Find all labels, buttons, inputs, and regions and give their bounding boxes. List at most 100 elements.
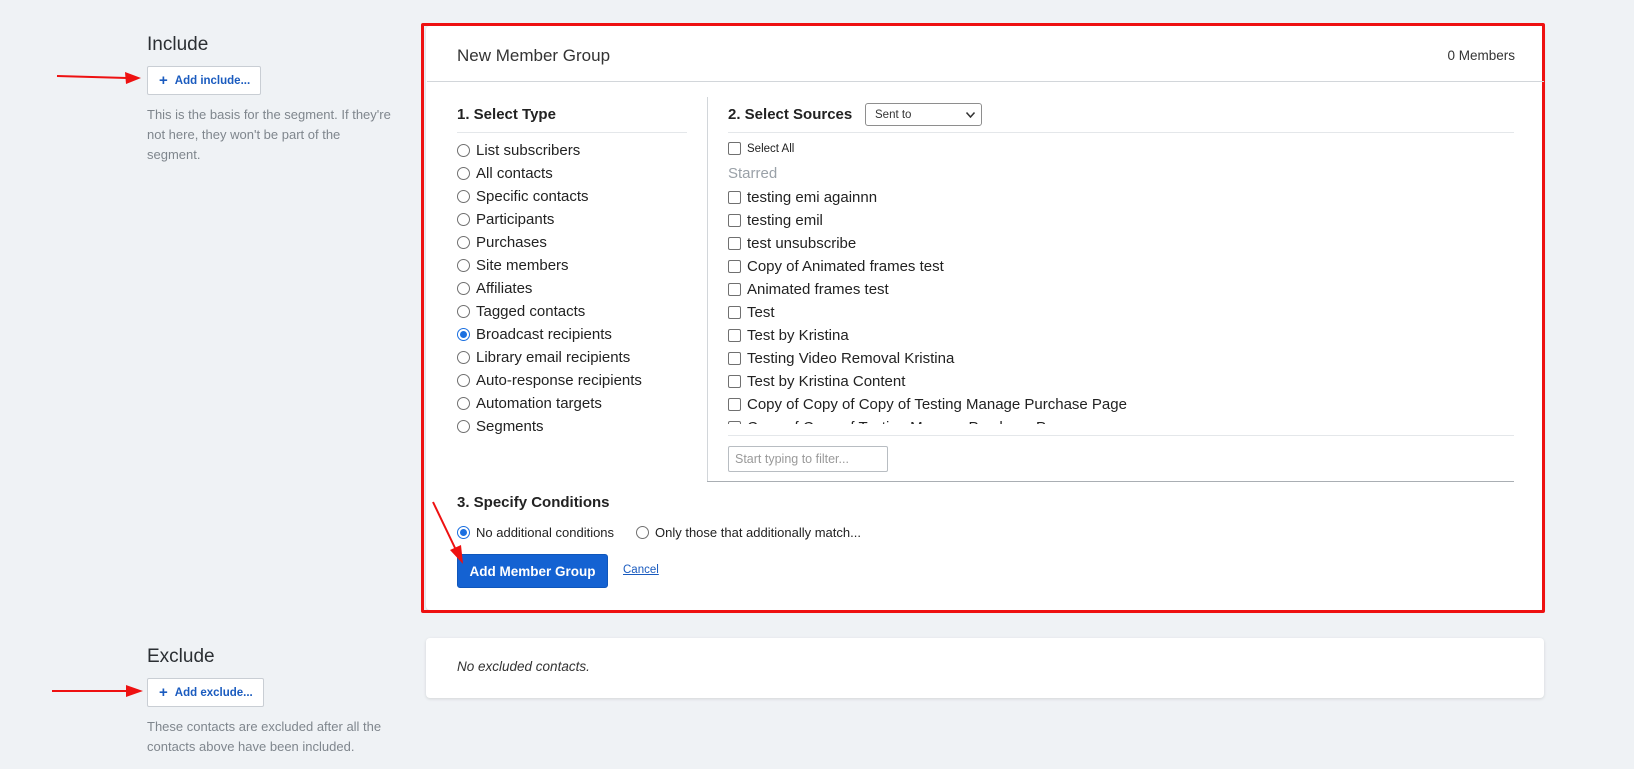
cancel-link[interactable]: Cancel (623, 564, 659, 576)
condition-none-label: No additional conditions (476, 525, 615, 540)
type-option[interactable]: Purchases (457, 231, 687, 254)
type-option-label: Automation targets (476, 395, 602, 412)
no-excluded-text: No excluded contacts. (457, 659, 590, 674)
checkbox-box[interactable] (728, 352, 741, 365)
source-item[interactable]: Test by Kristina (728, 324, 1514, 347)
source-item[interactable]: Testing Video Removal Kristina (728, 347, 1514, 370)
condition-match-label: Only those that additionally match... (655, 525, 861, 540)
source-item[interactable]: test unsubscribe (728, 232, 1514, 255)
sources-filter-input[interactable] (728, 446, 888, 472)
source-label: test unsubscribe (747, 235, 857, 252)
exclude-card: No excluded contacts. (426, 638, 1544, 698)
checkbox-box[interactable] (728, 329, 741, 342)
type-option[interactable]: Automation targets (457, 392, 687, 415)
conditions-divider (707, 481, 1514, 482)
type-option[interactable]: Participants (457, 208, 687, 231)
condition-option-none[interactable]: No additional conditions (457, 521, 614, 544)
checkbox-box[interactable] (728, 214, 741, 227)
include-description: This is the basis for the segment. If th… (147, 105, 412, 165)
source-item[interactable]: testing emil (728, 209, 1514, 232)
exclude-description-line: These contacts are excluded after all th… (147, 719, 382, 734)
include-description-line: not here, they won't be part of the (147, 127, 341, 142)
checkbox-box[interactable] (728, 283, 741, 296)
source-label: Test by Kristina Content (747, 373, 906, 390)
source-item[interactable]: Test by Kristina Content (728, 370, 1514, 393)
add-exclude-label: Add exclude... (174, 686, 253, 699)
checkbox-box[interactable] (728, 237, 741, 250)
source-label: Test by Kristina (747, 327, 849, 344)
type-option[interactable]: All contacts (457, 162, 687, 185)
checkbox-box[interactable] (728, 398, 741, 411)
radio-button[interactable] (457, 213, 470, 226)
radio-button[interactable] (457, 420, 470, 433)
radio-button[interactable] (457, 351, 470, 364)
sources-list[interactable]: testing emi againnn testing emil test unsu… (728, 186, 1514, 424)
radio-button[interactable] (636, 526, 649, 539)
type-option[interactable]: Tagged contacts (457, 300, 687, 323)
include-description-line: segment. (147, 147, 201, 162)
type-radio-list: List subscribers All contacts Specific con… (457, 139, 687, 438)
type-option[interactable]: Site members (457, 254, 687, 277)
plus-icon: + (159, 684, 168, 701)
radio-button[interactable] (457, 282, 470, 295)
source-item[interactable]: Copy of Animated frames test (728, 255, 1514, 278)
checkbox-box[interactable] (728, 306, 741, 319)
source-label: testing emil (747, 212, 823, 229)
sources-mode-select[interactable]: Sent to (865, 103, 982, 126)
header-divider (427, 81, 1544, 82)
source-item[interactable]: Animated frames test (728, 278, 1514, 301)
type-option-label: Participants (476, 211, 555, 228)
radio-button[interactable] (457, 236, 470, 249)
checkbox-box[interactable] (728, 191, 741, 204)
type-option-label: Tagged contacts (476, 303, 586, 320)
source-item[interactable]: testing emi againnn (728, 186, 1514, 209)
checkbox-box[interactable] (728, 142, 741, 155)
specify-conditions-title: 3. Specify Conditions (457, 494, 610, 511)
condition-option-match[interactable]: Only those that additionally match... (636, 521, 861, 544)
type-option[interactable]: Segments (457, 415, 687, 438)
select-sources-underline (728, 132, 1514, 133)
checkbox-box[interactable] (728, 421, 741, 424)
exclude-description-line: contacts above have been included. (147, 739, 355, 754)
add-exclude-button[interactable]: + Add exclude... (147, 678, 264, 707)
annotation-arrow-icon (56, 72, 141, 84)
member-count: 0 Members (1447, 48, 1515, 63)
source-item[interactable]: Test (728, 301, 1514, 324)
checkbox-box[interactable] (728, 260, 741, 273)
radio-button[interactable] (457, 259, 470, 272)
add-include-label: Add include... (174, 74, 251, 87)
radio-button[interactable] (457, 328, 470, 341)
source-label: Test (747, 304, 775, 321)
checkbox-box[interactable] (728, 375, 741, 388)
type-option[interactable]: Specific contacts (457, 185, 687, 208)
include-title: Include (147, 34, 209, 55)
type-option[interactable]: Library email recipients (457, 346, 687, 369)
radio-button[interactable] (457, 374, 470, 387)
source-label: Copy of Animated frames test (747, 258, 944, 275)
annotation-arrow-icon (52, 685, 143, 697)
add-member-group-button[interactable]: Add Member Group (457, 554, 608, 588)
add-include-button[interactable]: + Add include... (147, 66, 262, 95)
type-option[interactable]: List subscribers (457, 139, 687, 162)
radio-button[interactable] (457, 167, 470, 180)
group-title: New Member Group (457, 46, 611, 65)
source-item[interactable]: Copy of Copy of Copy of Testing Manage P… (728, 393, 1514, 416)
source-item[interactable]: Copy of Copy of Testing Manage Purchase … (728, 416, 1514, 424)
radio-button[interactable] (457, 144, 470, 157)
sources-mode-value: Sent to (875, 108, 912, 121)
source-label: Animated frames test (747, 281, 889, 298)
radio-button[interactable] (457, 190, 470, 203)
type-option[interactable]: Auto-response recipients (457, 369, 687, 392)
type-option[interactable]: Broadcast recipients (457, 323, 687, 346)
type-option-label: Site members (476, 257, 569, 274)
chevron-down-icon (966, 111, 975, 118)
radio-button[interactable] (457, 397, 470, 410)
type-option-label: All contacts (476, 165, 553, 182)
type-option[interactable]: Affiliates (457, 277, 687, 300)
include-description-line: This is the basis for the segment. If th… (147, 107, 391, 122)
select-type-title: 1. Select Type (457, 106, 556, 123)
select-all-checkbox[interactable]: Select All (728, 137, 794, 160)
exclude-description: These contacts are excluded after all th… (147, 717, 412, 757)
select-type-underline (457, 132, 687, 133)
radio-button[interactable] (457, 305, 470, 318)
